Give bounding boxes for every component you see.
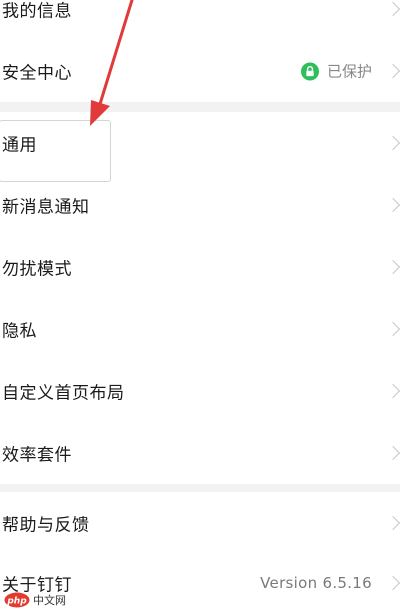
chevron-right-icon: [385, 575, 400, 591]
settings-item-security-center[interactable]: 安全中心 已保护: [0, 40, 400, 102]
chevron-right-icon: [385, 515, 400, 531]
app-version: Version 6.5.16: [260, 574, 372, 592]
settings-item-new-message-notification[interactable]: 新消息通知: [0, 174, 400, 236]
chevron-right-icon: [385, 135, 400, 151]
lock-icon: [300, 62, 319, 80]
settings-item-help-feedback[interactable]: 帮助与反馈: [0, 492, 400, 554]
settings-item-do-not-disturb[interactable]: 勿扰模式: [0, 236, 400, 298]
settings-item-my-info[interactable]: 我的信息: [0, 0, 400, 40]
settings-screen: 我的信息 安全中心 已保护 通用 新消息通知 勿扰模式 隐私 自定义首页布局 效…: [0, 0, 400, 612]
chevron-right-icon: [385, 321, 400, 337]
settings-item-privacy[interactable]: 隐私: [0, 298, 400, 360]
security-status-text: 已保护: [326, 62, 372, 81]
settings-item-label: 通用: [2, 135, 37, 156]
chevron-right-icon: [385, 445, 400, 461]
chevron-right-icon: [385, 383, 400, 399]
section-separator: [0, 102, 400, 112]
settings-item-label: 效率套件: [2, 445, 72, 466]
settings-item-label: 安全中心: [2, 63, 72, 84]
settings-item-general[interactable]: 通用: [0, 112, 400, 174]
chevron-right-icon: [385, 259, 400, 275]
settings-item-label: 新消息通知: [2, 197, 90, 218]
php-logo-icon: php: [4, 592, 30, 608]
watermark-text: 中文网: [33, 594, 66, 607]
chevron-right-icon: [385, 197, 400, 213]
settings-item-label: 帮助与反馈: [2, 515, 90, 536]
chevron-right-icon: [385, 1, 400, 17]
chevron-right-icon: [385, 63, 400, 79]
settings-item-custom-home-layout[interactable]: 自定义首页布局: [0, 360, 400, 422]
settings-item-efficiency-suite[interactable]: 效率套件: [0, 422, 400, 484]
watermark: php 中文网: [4, 590, 66, 610]
svg-text:php: php: [6, 597, 27, 607]
settings-item-label: 勿扰模式: [2, 259, 72, 280]
settings-item-label: 自定义首页布局: [2, 383, 125, 404]
security-status: 已保护: [300, 61, 372, 82]
settings-item-label: 隐私: [2, 321, 37, 342]
section-separator: [0, 484, 400, 492]
settings-item-label: 我的信息: [2, 1, 72, 22]
